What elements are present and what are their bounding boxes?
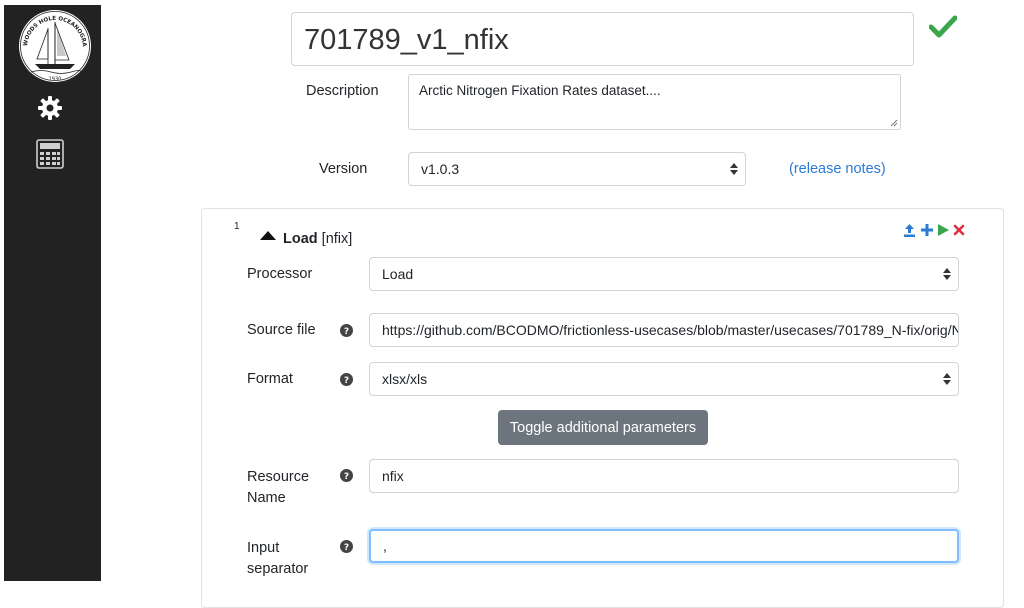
step-toolbar [902,222,965,238]
select-arrows-icon [943,268,951,280]
svg-text:?: ? [344,376,349,386]
processor-value: Load [382,266,414,282]
logo-year: 1930 [49,77,62,83]
help-icon[interactable]: ? [340,373,353,386]
delete-icon[interactable] [953,223,965,237]
version-value: v1.0.3 [421,161,460,177]
toggle-parameters-button[interactable]: Toggle additional parameters [498,410,708,445]
step-title: Load [nfix] [283,231,352,247]
svg-text:?: ? [344,472,349,482]
resource-name-value: nfix [382,468,404,484]
resource-name-input[interactable]: nfix [369,459,959,493]
sidebar: WOODS HOLE OCEANOGRAPHIC INSTITUTION 193… [4,5,101,581]
input-separator-input[interactable]: , [369,529,959,563]
help-icon[interactable]: ? [340,540,353,553]
help-icon[interactable]: ? [340,324,353,337]
whoi-logo[interactable]: WOODS HOLE OCEANOGRAPHIC INSTITUTION 193… [17,8,93,84]
input-separator-label: Input separator [247,540,309,577]
format-select[interactable]: xlsx/xls [369,362,959,396]
pipeline-title-input[interactable]: 701789_v1_nfix [291,12,914,66]
source-file-label: Source file [247,322,316,338]
processor-label: Processor [247,266,313,282]
input-separator-value: , [383,538,387,554]
svg-text:?: ? [344,327,349,337]
description-label: Description [306,83,379,99]
plus-icon[interactable] [920,223,934,237]
format-value: xlsx/xls [382,371,428,387]
step-resource-tag: [nfix] [321,231,353,247]
format-label: Format [247,371,293,387]
step-number: 1 [234,221,240,232]
step-name: Load [283,231,318,247]
resource-name-label: Resource Name [247,469,310,506]
resize-grip-icon[interactable] [890,119,898,127]
play-icon[interactable] [937,223,950,237]
description-textarea[interactable]: Arctic Nitrogen Fixation Rates dataset..… [408,74,901,130]
collapse-caret-icon[interactable] [260,231,276,240]
description-value: Arctic Nitrogen Fixation Rates dataset..… [419,83,661,98]
help-icon[interactable]: ? [340,469,353,482]
release-notes-link[interactable]: (release notes) [789,161,886,177]
svg-text:?: ? [344,543,349,553]
select-arrows-icon [943,373,951,385]
source-file-input[interactable]: https://github.com/BCODMO/frictionless-u… [369,313,959,347]
check-icon[interactable] [929,14,957,38]
calculator-icon[interactable] [36,139,64,169]
upload-icon[interactable] [902,223,917,238]
gear-icon[interactable] [37,95,63,121]
source-file-value: https://github.com/BCODMO/frictionless-u… [382,322,958,338]
processor-select[interactable]: Load [369,257,959,291]
version-select[interactable]: v1.0.3 [408,152,746,186]
select-arrows-icon [730,163,738,175]
version-label: Version [319,161,368,177]
